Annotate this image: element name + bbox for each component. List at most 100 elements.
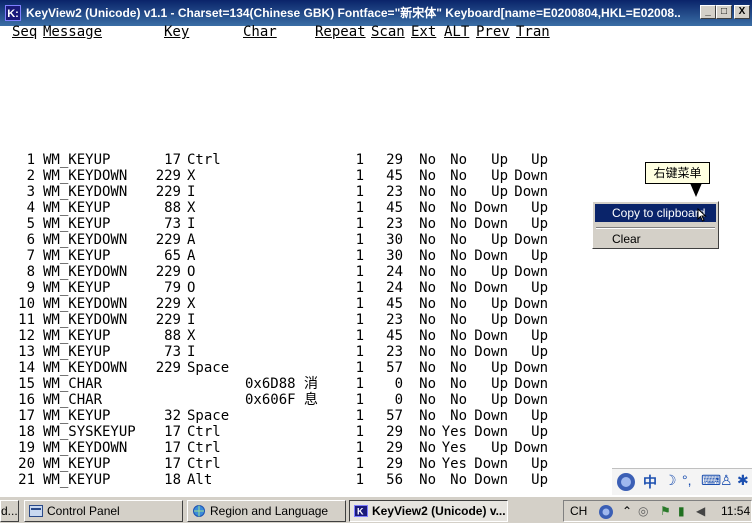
cell-scan: 23	[386, 312, 403, 328]
maximize-button[interactable]: □	[716, 5, 732, 19]
cell-alt: No	[450, 280, 467, 296]
column-header-char[interactable]: Char	[243, 24, 277, 40]
cell-alt: Yes	[441, 456, 467, 472]
punctuation-icon[interactable]: °,	[682, 472, 692, 488]
cell-key: 79	[164, 280, 181, 296]
cell-ext: No	[419, 152, 436, 168]
cell-alt: No	[450, 312, 467, 328]
cell-scan: 57	[386, 408, 403, 424]
cell-tran: Down	[514, 392, 548, 408]
cell-ext: No	[419, 248, 436, 264]
column-header-repeat[interactable]: Repeat	[315, 24, 366, 40]
cell-scan: 23	[386, 216, 403, 232]
cell-seq: 21	[18, 472, 35, 488]
column-header-key[interactable]: Key	[164, 24, 189, 40]
cell-tran: Up	[531, 152, 548, 168]
volume-icon[interactable]: ◀	[696, 504, 705, 518]
cell-tran: Up	[531, 408, 548, 424]
cell-ext: No	[419, 264, 436, 280]
cell-repeat: 1	[355, 312, 364, 328]
cell-alt: No	[450, 328, 467, 344]
cell-keyname: Ctrl	[187, 440, 221, 456]
column-header-scan[interactable]: Scan	[371, 24, 405, 40]
ime-mode-toggle[interactable]: 中	[643, 472, 657, 492]
chevron-up-icon[interactable]: ⌃	[622, 504, 632, 518]
task-button-keyview[interactable]: K KeyView2 (Unicode) v...	[349, 500, 508, 522]
title-bar[interactable]: K: KeyView2 (Unicode) v1.1 - Charset=134…	[0, 0, 752, 26]
person-icon[interactable]: ♙	[720, 472, 733, 489]
cell-prev: Down	[474, 424, 508, 440]
cell-seq: 14	[18, 360, 35, 376]
cell-ext: No	[419, 296, 436, 312]
cell-key: 229	[155, 264, 181, 280]
context-menu-clear[interactable]: Clear	[595, 230, 716, 248]
cell-prev: Down	[474, 248, 508, 264]
cell-tran: Up	[531, 344, 548, 360]
cell-repeat: 1	[355, 376, 364, 392]
cell-tran: Down	[514, 184, 548, 200]
column-header-tran[interactable]: Tran	[516, 24, 550, 40]
cell-seq: 20	[18, 456, 35, 472]
cell-scan: 56	[386, 472, 403, 488]
cell-alt: No	[450, 200, 467, 216]
cell-key: 229	[155, 184, 181, 200]
task-label-region-language: Region and Language	[210, 504, 329, 518]
cell-seq: 16	[18, 392, 35, 408]
column-header-seq[interactable]: Seq	[12, 24, 37, 40]
flag-icon[interactable]: ⚑	[660, 504, 671, 518]
keyview-app-icon[interactable]: K:	[5, 5, 21, 21]
cell-scan: 23	[386, 344, 403, 360]
task-button-region-language[interactable]: Region and Language	[187, 500, 346, 522]
keyview-window: K: KeyView2 (Unicode) v1.1 - Charset=134…	[0, 0, 752, 496]
cell-ext: No	[419, 280, 436, 296]
keyboard-icon[interactable]: ⌨	[701, 472, 721, 489]
cell-scan: 24	[386, 264, 403, 280]
cell-tran: Down	[514, 296, 548, 312]
cell-alt: No	[450, 296, 467, 312]
cell-repeat: 1	[355, 248, 364, 264]
cell-repeat: 1	[355, 360, 364, 376]
column-header-message[interactable]: Message	[43, 24, 102, 40]
cell-alt: No	[450, 232, 467, 248]
cell-scan: 0	[394, 376, 403, 392]
cell-seq: 3	[26, 184, 35, 200]
column-header-prev[interactable]: Prev	[476, 24, 510, 40]
task-button-control-panel[interactable]: Control Panel	[24, 500, 183, 522]
cell-key: 17	[164, 440, 181, 456]
cell-prev: Down	[474, 216, 508, 232]
cell-ext: No	[419, 408, 436, 424]
keyview-icon: K	[354, 505, 368, 517]
cell-msg: WM_CHAR	[43, 392, 103, 408]
moon-icon[interactable]: ☽	[664, 472, 677, 489]
cell-keyname: A	[187, 232, 196, 248]
network-icon[interactable]: ◎	[638, 504, 648, 518]
ime-tray-icon[interactable]	[598, 504, 614, 523]
cell-alt: No	[450, 152, 467, 168]
cell-alt: No	[450, 248, 467, 264]
ime-logo-icon[interactable]	[615, 472, 637, 495]
cell-repeat: 1	[355, 152, 364, 168]
column-header-alt[interactable]: ALT	[444, 24, 469, 40]
cell-scan: 45	[386, 328, 403, 344]
close-button[interactable]: X	[734, 5, 750, 19]
ime-toolbar: 中 ☽ °, ⌨ ♙ ✱	[612, 468, 752, 495]
cell-seq: 18	[18, 424, 35, 440]
language-indicator[interactable]: CH	[570, 504, 587, 518]
cell-ext: No	[419, 312, 436, 328]
column-header-ext[interactable]: Ext	[411, 24, 436, 40]
minimize-button[interactable]: _	[700, 5, 716, 19]
cell-seq: 19	[18, 440, 35, 456]
cell-prev: Down	[474, 280, 508, 296]
settings-icon[interactable]: ✱	[737, 472, 749, 489]
clock[interactable]: 11:54	[721, 504, 750, 518]
cell-seq: 17	[18, 408, 35, 424]
task-label-control-panel: Control Panel	[47, 504, 120, 518]
cell-ext: No	[419, 184, 436, 200]
battery-icon[interactable]: ▮	[678, 504, 685, 518]
cell-key: 17	[164, 424, 181, 440]
cell-prev: Up	[491, 376, 508, 392]
task-button-0[interactable]: d...	[0, 500, 19, 522]
cell-seq: 2	[26, 168, 35, 184]
cell-prev: Up	[491, 296, 508, 312]
cell-key: 32	[164, 408, 181, 424]
